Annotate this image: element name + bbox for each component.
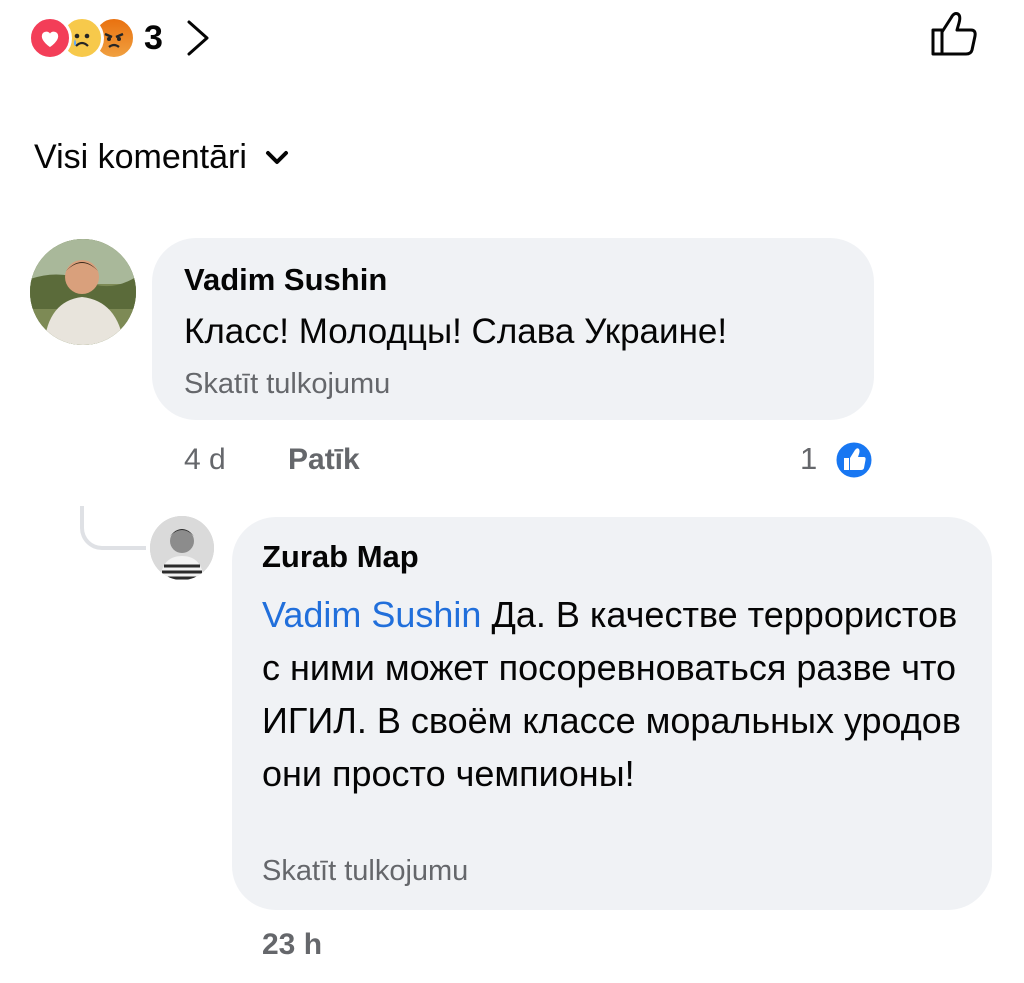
- comments-filter-dropdown[interactable]: Visi komentāri: [34, 138, 289, 177]
- love-reaction-icon: [28, 16, 72, 60]
- chevron-down-icon: [265, 150, 288, 164]
- reactions-summary[interactable]: 3: [28, 10, 211, 66]
- comment-author[interactable]: Vadim Sushin: [184, 262, 387, 298]
- reply-timestamp[interactable]: 23 h: [262, 928, 322, 962]
- like-button[interactable]: Patīk: [288, 443, 360, 477]
- mention-link[interactable]: Vadim Sushin: [262, 594, 481, 635]
- like-reaction-icon[interactable]: [832, 438, 876, 482]
- thumbs-up-outline-icon[interactable]: [928, 8, 980, 60]
- see-translation-link[interactable]: Skatīt tulkojumu: [262, 855, 468, 888]
- reply-text-block: Vadim Sushin Да. В качестве террористов …: [262, 588, 962, 800]
- chevron-right-icon: [187, 20, 209, 56]
- reply-author[interactable]: Zurab Map: [262, 539, 419, 575]
- reaction-count: 3: [144, 18, 163, 57]
- see-translation-link[interactable]: Skatīt tulkojumu: [184, 368, 390, 401]
- filter-label: Visi komentāri: [34, 138, 247, 176]
- comment-timestamp[interactable]: 4 d: [184, 443, 226, 477]
- comment-text: Класс! Молодцы! Слава Украине!: [184, 312, 728, 351]
- avatar-vadim-sushin[interactable]: [30, 239, 136, 345]
- avatar-zurab-map[interactable]: [150, 516, 214, 580]
- comment-like-count: 1: [800, 441, 818, 476]
- reply-connector: [80, 506, 146, 550]
